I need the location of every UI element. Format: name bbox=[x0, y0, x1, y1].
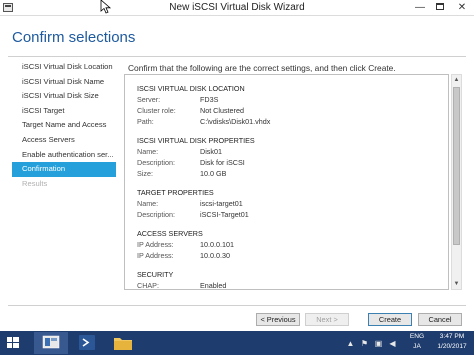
maximize-button[interactable] bbox=[430, 0, 450, 15]
summary-row-value: Enabled bbox=[200, 281, 227, 290]
confirmation-summary-panel[interactable]: ISCSI VIRTUAL DISK LOCATION Server: FD3S Cl… bbox=[124, 74, 449, 290]
clock-time: 3:47 PM bbox=[439, 333, 465, 340]
summary-row-value: FD3S bbox=[200, 95, 219, 104]
summary-row-label: CHAP: bbox=[137, 281, 159, 290]
cancel-button[interactable]: Cancel bbox=[418, 313, 462, 326]
speaker-icon[interactable]: ◀ bbox=[388, 339, 397, 348]
wizard-steps-nav: iSCSI Virtual Disk Location iSCSI Virtual… bbox=[12, 60, 116, 191]
create-button[interactable]: Create bbox=[368, 313, 412, 326]
nav-step-2[interactable]: iSCSI Virtual Disk Size bbox=[12, 89, 116, 104]
taskbar bbox=[0, 331, 474, 355]
nav-step-5[interactable]: Access Servers bbox=[12, 133, 116, 148]
summary-row-value: iscsi-target01 bbox=[200, 199, 243, 208]
summary-row-value: Disk for iSCSI bbox=[200, 158, 245, 167]
summary-row-label: Server: bbox=[137, 95, 161, 104]
page-title: Confirm selections bbox=[12, 29, 136, 46]
summary-section-title: TARGET PROPERTIES bbox=[137, 188, 214, 197]
keyboard-layout-code: JA bbox=[413, 343, 421, 350]
summary-row: Cluster role: Not Clustered bbox=[137, 105, 448, 116]
summary-row: Size: 10.0 GB bbox=[137, 168, 448, 179]
summary-content: ISCSI VIRTUAL DISK LOCATION Server: FD3S Cl… bbox=[137, 83, 448, 290]
summary-row-label: Name: bbox=[137, 199, 159, 208]
summary-row-value: Disk01 bbox=[200, 147, 222, 156]
summary-row: Name: iscsi-target01 bbox=[137, 198, 448, 209]
summary-row-label: Size: bbox=[137, 169, 153, 178]
summary-row-label: Description: bbox=[137, 210, 175, 219]
summary-row-label: IP Address: bbox=[137, 240, 174, 249]
scroll-up-icon[interactable]: ▲ bbox=[452, 75, 461, 85]
summary-row: Name: Disk01 bbox=[137, 146, 448, 157]
taskbar-clock[interactable]: 3:47 PM 1/20/2017 bbox=[432, 332, 472, 352]
summary-row: IP Address: 10.0.0.30 bbox=[137, 250, 448, 261]
summary-row-value: iSCSI-Target01 bbox=[200, 210, 249, 219]
summary-row-label: IP Address: bbox=[137, 251, 174, 260]
summary-section-title: ACCESS SERVERS bbox=[137, 229, 203, 238]
nav-step-7[interactable]: Confirmation bbox=[12, 162, 116, 177]
file-explorer-icon[interactable] bbox=[106, 332, 140, 354]
nav-step-6[interactable]: Enable authentication ser... bbox=[12, 148, 116, 163]
footer-divider bbox=[8, 305, 466, 306]
title-bar: New iSCSI Virtual Disk Wizard — ✕ bbox=[0, 0, 474, 16]
summary-row: IP Address: 10.0.0.101 bbox=[137, 239, 448, 250]
summary-section-title: ISCSI VIRTUAL DISK LOCATION bbox=[137, 84, 245, 93]
chevron-up-icon[interactable]: ▲ bbox=[346, 339, 355, 348]
summary-row-value: Not Clustered bbox=[200, 106, 244, 115]
summary-row-value: 10.0 GB bbox=[200, 169, 227, 178]
summary-row-label: Cluster role: bbox=[137, 106, 176, 115]
nav-step-1[interactable]: iSCSI Virtual Disk Name bbox=[12, 75, 116, 90]
summary-row: Description: Disk for iSCSI bbox=[137, 157, 448, 168]
nav-step-3[interactable]: iSCSI Target bbox=[12, 104, 116, 119]
summary-row: Server: FD3S bbox=[137, 94, 448, 105]
nav-step-0[interactable]: iSCSI Virtual Disk Location bbox=[12, 60, 116, 75]
clock-date: 1/20/2017 bbox=[437, 343, 467, 350]
instruction-text: Confirm that the following are the corre… bbox=[128, 63, 396, 73]
nav-step-8: Results bbox=[22, 178, 48, 188]
flag-icon[interactable]: ⚑ bbox=[360, 339, 369, 348]
summary-row-label: Description: bbox=[137, 158, 175, 167]
next-button[interactable]: Next > bbox=[305, 313, 349, 326]
minimize-button[interactable]: — bbox=[410, 0, 430, 15]
header-divider bbox=[8, 56, 466, 57]
summary-scrollbar[interactable]: ▲ ▼ bbox=[451, 74, 462, 290]
nav-step-4[interactable]: Target Name and Access bbox=[12, 118, 116, 133]
summary-row-value: C:\vdisks\Disk01.vhdx bbox=[200, 117, 271, 126]
summary-row-label: Path: bbox=[137, 117, 154, 126]
scrollbar-thumb[interactable] bbox=[453, 87, 460, 245]
input-language-indicator[interactable]: ENG JA bbox=[408, 332, 426, 352]
windows-start-icon[interactable] bbox=[2, 334, 24, 352]
summary-row-label: Name: bbox=[137, 147, 159, 156]
network-icon[interactable]: ▣ bbox=[374, 339, 383, 348]
close-button[interactable]: ✕ bbox=[450, 0, 474, 15]
summary-section-title: ISCSI VIRTUAL DISK PROPERTIES bbox=[137, 136, 255, 145]
summary-section-title: SECURITY bbox=[137, 270, 174, 279]
summary-row-value: 10.0.0.30 bbox=[200, 251, 230, 260]
language-code: ENG bbox=[409, 333, 425, 340]
maximize-icon bbox=[436, 3, 444, 10]
summary-row: Description: iSCSI-Target01 bbox=[137, 209, 448, 220]
summary-row: CHAP: Enabled bbox=[137, 280, 448, 290]
summary-row-value: 10.0.0.101 bbox=[200, 240, 234, 249]
mouse-cursor-icon bbox=[100, 0, 112, 14]
window-title: New iSCSI Virtual Disk Wizard bbox=[169, 2, 305, 13]
previous-button[interactable]: < Previous bbox=[256, 313, 300, 326]
summary-row: Path: C:\vdisks\Disk01.vhdx bbox=[137, 116, 448, 127]
server-manager-icon[interactable] bbox=[34, 332, 68, 354]
powershell-icon[interactable] bbox=[70, 332, 104, 354]
scroll-down-icon[interactable]: ▼ bbox=[452, 279, 461, 289]
